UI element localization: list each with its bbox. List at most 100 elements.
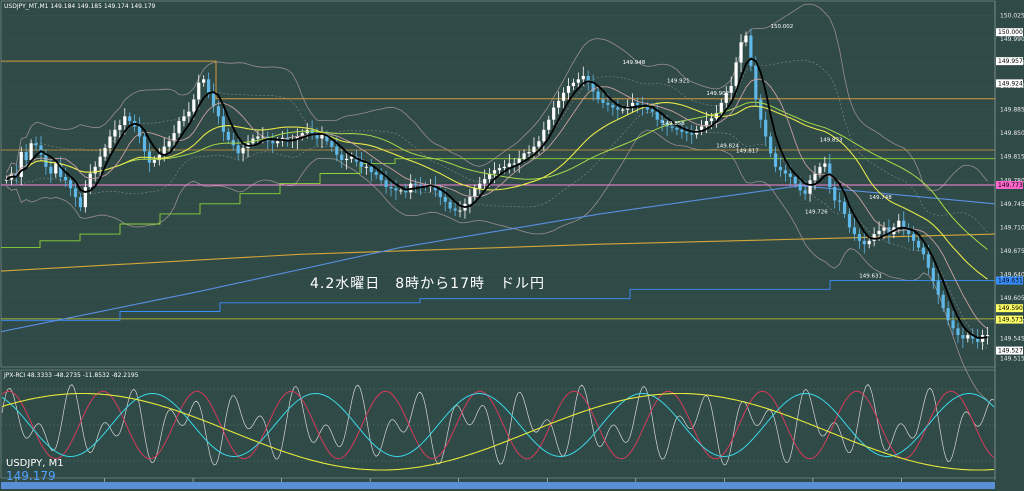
candle-body-122 [606, 102, 610, 105]
high-low-label-6: 149.817 [736, 148, 759, 154]
candle-body-164 [813, 173, 817, 181]
candle-body-116 [576, 79, 580, 83]
candle-body-22 [113, 129, 117, 137]
candle-body-199 [985, 335, 990, 337]
candle-body-127 [630, 102, 635, 107]
candle-body-32 [162, 146, 166, 155]
candle-body-163 [808, 180, 812, 194]
candle-body-20 [103, 147, 107, 157]
candle-body-35 [177, 121, 181, 134]
candle-body-137 [680, 129, 684, 132]
candle-body-37 [187, 111, 191, 117]
candle-body-145 [719, 102, 723, 113]
candle-body-13 [68, 180, 73, 189]
candle-body-195 [966, 335, 970, 339]
high-low-label-10: 149.631 [859, 274, 882, 280]
price-tick-label-9: 149.710 [1000, 224, 1024, 231]
symbol-label: USDJPY, M1 [6, 458, 64, 469]
candle-body-102 [507, 163, 511, 167]
candle-body-170 [842, 201, 847, 214]
price-tick-label-5: 149.850 [1000, 130, 1024, 137]
candle-body-100 [497, 168, 502, 171]
candle-body-42 [211, 92, 216, 107]
candle-body-191 [946, 308, 950, 321]
bid-label: 149.179 [6, 469, 56, 483]
candle-body-101 [502, 166, 506, 169]
candle-body-12 [64, 176, 68, 181]
candle-body-90 [448, 201, 452, 209]
candle-body-152 [754, 65, 758, 100]
price-tick-label-12: 149.605 [1000, 295, 1024, 302]
candle-body-18 [93, 166, 97, 174]
candle-body-79 [394, 188, 398, 191]
candle-body-41 [206, 79, 211, 93]
candle-body-169 [838, 200, 842, 202]
candle-body-43 [216, 106, 221, 117]
candle-body-66 [330, 141, 334, 147]
candle-body-94 [468, 197, 472, 204]
time-scrollbar[interactable] [1, 482, 995, 489]
candle-body-156 [773, 153, 778, 167]
candle-body-72 [359, 161, 364, 167]
high-low-label-0: 150.002 [770, 24, 793, 30]
high-low-label-8: 149.748 [869, 195, 892, 201]
price-marker-2: 149.924 [998, 80, 1023, 87]
candle-body-88 [438, 190, 442, 198]
candle-body-111 [552, 107, 556, 120]
candle-body-168 [833, 187, 837, 201]
candle-body-149 [739, 42, 743, 63]
candle-body-40 [202, 79, 206, 83]
price-tick-label-1: 149.990 [1000, 36, 1024, 43]
candle-body-81 [404, 190, 408, 193]
candle-body-171 [847, 213, 852, 228]
price-tick-label-14: 149.545 [1000, 335, 1024, 342]
candle-body-131 [650, 109, 654, 112]
candle-body-69 [345, 158, 349, 161]
candle-body-158 [783, 170, 788, 174]
candle-body-136 [675, 127, 679, 130]
candle-body-80 [399, 190, 403, 192]
price-marker-0: 150.000 [998, 29, 1023, 36]
candle-body-97 [483, 178, 487, 184]
candle-body-47 [236, 145, 240, 154]
candle-body-106 [527, 152, 531, 154]
price-tick-label-10: 149.675 [1000, 248, 1024, 255]
candle-body-33 [167, 141, 171, 147]
candle-body-188 [931, 267, 935, 282]
candle-body-91 [453, 208, 457, 211]
high-low-label-2: 149.921 [667, 78, 690, 84]
candle-body-75 [374, 172, 378, 175]
candle-body-121 [601, 99, 605, 103]
candle-body-45 [226, 131, 230, 140]
high-low-label-9: 149.726 [805, 210, 828, 216]
candle-body-83 [414, 183, 418, 185]
candle-body-39 [197, 82, 201, 100]
candle-body-125 [621, 109, 625, 111]
candle-body-46 [231, 139, 235, 146]
candle-body-10 [54, 163, 58, 174]
price-tick-label-0: 150.025 [1000, 12, 1024, 19]
chart-header: USDJPY_MT,M1 149.184 149.185 149.174 149… [4, 3, 156, 10]
candle-body-105 [522, 153, 526, 159]
price-chart[interactable]: 150.025149.990149.955149.920149.885149.8… [0, 0, 1024, 491]
candle-body-36 [182, 116, 186, 122]
candle-body-99 [492, 170, 497, 174]
candle-body-174 [862, 240, 866, 245]
candle-body-177 [877, 230, 881, 235]
main-panel [0, 0, 996, 368]
candle-body-109 [542, 129, 546, 142]
candle-body-44 [221, 116, 225, 132]
candle-body-92 [458, 210, 462, 212]
candle-body-5 [29, 143, 33, 161]
price-tick-label-8: 149.745 [1000, 201, 1024, 208]
candle-body-123 [611, 104, 615, 108]
candle-body-194 [961, 335, 965, 339]
high-low-label-1: 149.948 [623, 60, 646, 66]
candle-body-38 [192, 99, 196, 112]
candle-body-4 [24, 152, 28, 161]
candle-body-193 [956, 328, 960, 336]
candle-body-89 [443, 197, 447, 202]
price-marker-6: 149.573 [998, 317, 1023, 324]
candle-body-112 [557, 100, 561, 108]
candle-body-25 [128, 116, 132, 122]
